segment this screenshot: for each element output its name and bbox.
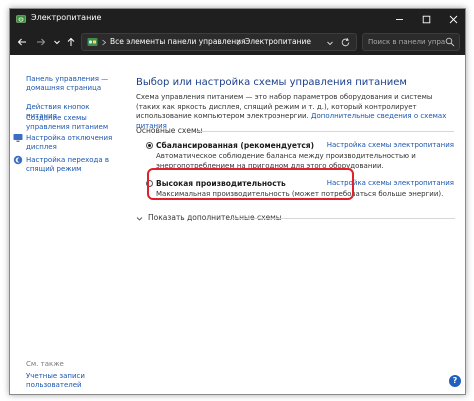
search-input[interactable] bbox=[363, 34, 445, 50]
chevron-right-icon bbox=[102, 39, 107, 46]
close-button[interactable] bbox=[440, 9, 465, 29]
chevron-right-icon bbox=[237, 39, 242, 46]
recent-locations-button[interactable] bbox=[50, 35, 64, 49]
breadcrumb-power-options[interactable]: Электропитание bbox=[245, 37, 311, 46]
back-button[interactable] bbox=[15, 35, 29, 49]
show-more-plans-label[interactable]: Показать дополнительные схемы bbox=[148, 213, 282, 222]
sidebar-link-display-off[interactable]: Настройка отключения дисплея bbox=[26, 134, 118, 152]
address-bar[interactable]: Все элементы панели управления Электропи… bbox=[81, 33, 357, 51]
help-button[interactable]: ? bbox=[449, 375, 461, 387]
forward-button[interactable] bbox=[34, 35, 48, 49]
arrow-left-icon bbox=[17, 38, 26, 46]
maximize-icon bbox=[422, 15, 431, 23]
sidebar-link-user-accounts[interactable]: Учетные записи пользователей bbox=[26, 372, 118, 390]
see-also-label: См. также bbox=[26, 360, 64, 368]
sleep-shield-icon bbox=[13, 155, 23, 165]
show-more-plans-toggle[interactable]: Показать дополнительные схемы bbox=[136, 213, 461, 225]
sidebar-link-create-plan[interactable]: Создание схемы управления питанием bbox=[26, 114, 118, 132]
minimize-button[interactable] bbox=[386, 9, 413, 29]
section-heading: Основные схемы bbox=[136, 126, 454, 135]
content-area: Панель управления — домашняя страница Де… bbox=[10, 55, 465, 394]
window-title: Электропитание bbox=[31, 13, 102, 22]
search-box[interactable] bbox=[362, 33, 460, 51]
close-icon bbox=[449, 15, 458, 23]
chevron-down-icon bbox=[136, 217, 143, 221]
maximize-button[interactable] bbox=[413, 9, 440, 29]
main-panel: Выбор или настройка схемы управления пит… bbox=[136, 55, 461, 394]
control-panel-window: Электропитание Все элементы панели управ… bbox=[9, 8, 466, 395]
control-panel-icon bbox=[87, 38, 98, 46]
sidebar-link-home[interactable]: Панель управления — домашняя страница bbox=[26, 75, 118, 93]
plan-balanced-name[interactable]: Сбалансированная (рекомендуется) bbox=[156, 141, 314, 150]
chevron-down-icon[interactable] bbox=[326, 39, 334, 47]
highlight-annotation bbox=[147, 168, 354, 200]
refresh-icon[interactable] bbox=[340, 37, 351, 48]
page-title: Выбор или настройка схемы управления пит… bbox=[136, 77, 407, 88]
up-button[interactable] bbox=[64, 35, 78, 49]
arrow-right-icon bbox=[37, 38, 46, 46]
plan-balanced-settings-link[interactable]: Настройка схемы электропитания bbox=[327, 141, 454, 149]
sidebar: Панель управления — домашняя страница Де… bbox=[10, 55, 120, 394]
power-options-icon bbox=[16, 15, 26, 23]
navigation-bar: Все элементы панели управления Электропи… bbox=[10, 29, 465, 55]
breadcrumb-all-items[interactable]: Все элементы панели управления bbox=[110, 37, 246, 46]
plan-balanced-radio[interactable] bbox=[146, 142, 153, 149]
sidebar-link-sleep[interactable]: Настройка перехода в спящий режим bbox=[26, 156, 118, 174]
search-icon bbox=[445, 37, 455, 47]
display-shield-icon bbox=[13, 134, 23, 142]
arrow-up-icon bbox=[67, 37, 75, 46]
chevron-down-icon bbox=[54, 40, 60, 45]
title-bar[interactable]: Электропитание bbox=[10, 9, 465, 29]
minimize-icon bbox=[396, 18, 403, 20]
